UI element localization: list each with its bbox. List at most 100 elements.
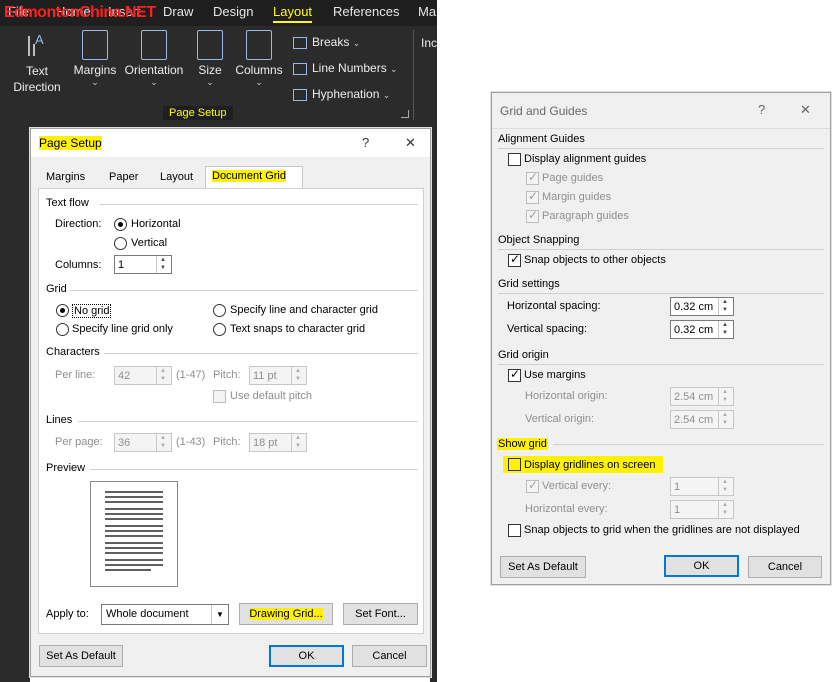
tab-document-grid[interactable]: Document Grid	[205, 166, 303, 188]
text-snaps-radio[interactable]	[213, 323, 226, 336]
tab-design[interactable]: Design	[213, 4, 253, 19]
ribbon-divider	[413, 30, 414, 120]
page-guides-label: Page guides	[542, 172, 604, 184]
display-gridlines-checkbox[interactable]	[508, 458, 521, 471]
line-and-char-grid-radio[interactable]	[213, 304, 226, 317]
text-direction-label: Text Direction	[13, 64, 61, 94]
drawing-grid-button[interactable]: Drawing Grid...	[239, 603, 333, 625]
breaks-button[interactable]: Breaks ⌄	[293, 35, 360, 49]
indent-stub-label: Inc	[421, 36, 438, 50]
text-flow-label: Text flow	[46, 197, 89, 209]
use-default-pitch-checkbox[interactable]	[213, 390, 226, 403]
tab-layout-page[interactable]: Layout	[154, 168, 199, 188]
tab-draw[interactable]: Draw	[163, 4, 193, 19]
spinner-arrows[interactable]: ▲ ▼	[718, 388, 733, 405]
document-backdrop	[0, 128, 30, 682]
snap-when-hidden-checkbox[interactable]	[508, 524, 521, 537]
spinner-arrows[interactable]: ▲ ▼	[291, 367, 306, 384]
line-numbers-button[interactable]: Line Numbers ⌄	[293, 61, 398, 75]
spinner-arrows[interactable]: ▲ ▼	[718, 411, 733, 428]
set-font-button[interactable]: Set Font...	[343, 603, 418, 625]
horizontal-spacing-label: Horizontal spacing:	[507, 300, 601, 312]
tab-references[interactable]: References	[333, 4, 399, 19]
per-page-spinner[interactable]: 36 ▲ ▼	[114, 433, 172, 452]
spinner-arrows[interactable]: ▲ ▼	[718, 298, 733, 315]
page-guides-checkbox[interactable]	[526, 170, 539, 185]
section-divider	[498, 249, 824, 250]
spinner-arrows[interactable]: ▲ ▼	[718, 478, 733, 495]
size-button[interactable]: Size ⌄	[194, 30, 226, 88]
hyphenation-button[interactable]: Hyphenation ⌄	[293, 87, 390, 101]
object-snapping-label: Object Snapping	[498, 234, 580, 246]
use-margins-checkbox[interactable]	[508, 367, 521, 382]
line-and-char-grid-label: Specify line and character grid	[230, 304, 378, 316]
help-icon[interactable]: ?	[758, 102, 765, 117]
char-pitch-spinner[interactable]: 11 pt ▲ ▼	[249, 366, 307, 385]
margins-button[interactable]: Margins ⌄	[72, 30, 118, 88]
spinner-arrows[interactable]: ▲ ▼	[156, 256, 171, 273]
grid-section-label: Grid	[46, 283, 67, 295]
tab-layout[interactable]: Layout	[273, 4, 313, 23]
tab-paper[interactable]: Paper	[103, 168, 144, 188]
display-alignment-guides-checkbox[interactable]	[508, 153, 521, 166]
horizontal-radio[interactable]	[114, 218, 127, 231]
grid-set-as-default-button[interactable]: Set As Default	[500, 556, 586, 578]
margin-guides-label: Margin guides	[542, 191, 612, 203]
text-direction-button[interactable]: A Text Direction	[6, 30, 68, 95]
per-page-value: 36	[118, 437, 131, 449]
set-as-default-button[interactable]: Set As Default	[39, 645, 123, 667]
per-line-spinner[interactable]: 42 ▲ ▼	[114, 366, 172, 385]
section-divider	[104, 353, 418, 354]
line-pitch-spinner[interactable]: 18 pt ▲ ▼	[249, 433, 307, 452]
vertical-spacing-label: Vertical spacing:	[507, 323, 588, 335]
display-gridlines-label: Display gridlines on screen	[524, 459, 656, 471]
vertical-every-checkbox[interactable]	[526, 478, 539, 493]
snap-when-hidden-label: Snap objects to grid when the gridlines …	[524, 524, 800, 536]
horizontal-spacing-spinner[interactable]: 0.32 cm ▲ ▼	[670, 297, 734, 316]
vertical-spacing-spinner[interactable]: 0.32 cm ▲ ▼	[670, 320, 734, 339]
section-divider	[498, 364, 824, 365]
columns-spinner[interactable]: 1 ▲ ▼	[114, 255, 172, 274]
ribbon: File Home Insert Draw Design Layout Refe…	[0, 0, 437, 128]
tab-margins[interactable]: Margins	[40, 168, 91, 188]
orientation-button[interactable]: Orientation ⌄	[122, 30, 186, 88]
spinner-arrows[interactable]: ▲ ▼	[156, 434, 171, 451]
grid-settings-label: Grid settings	[498, 278, 560, 290]
spinner-arrows[interactable]: ▲ ▼	[291, 434, 306, 451]
spinner-arrows[interactable]: ▲ ▼	[156, 367, 171, 384]
dialog-launcher-icon[interactable]	[401, 110, 409, 118]
margin-guides-checkbox[interactable]	[526, 189, 539, 204]
horizontal-origin-spinner[interactable]: 2.54 cm ▲ ▼	[670, 387, 734, 406]
preview-label: Preview	[46, 462, 86, 474]
breaks-icon	[293, 36, 307, 49]
vertical-origin-spinner[interactable]: 2.54 cm ▲ ▼	[670, 410, 734, 429]
line-pitch-value: 18 pt	[253, 437, 278, 449]
chevron-down-icon[interactable]: ▼	[211, 605, 228, 624]
grid-ok-button[interactable]: OK	[664, 555, 739, 577]
ok-button[interactable]: OK	[269, 645, 344, 667]
margins-label: Margins	[73, 63, 117, 77]
vertical-origin-label: Vertical origin:	[525, 413, 595, 425]
spinner-arrows[interactable]: ▲ ▼	[718, 501, 733, 518]
per-page-range: (1-43)	[176, 436, 206, 448]
line-grid-only-radio[interactable]	[56, 323, 69, 336]
tab-mailings[interactable]: Ma	[418, 4, 436, 19]
titlebar-divider	[492, 128, 830, 129]
snap-objects-checkbox[interactable]	[508, 252, 521, 267]
close-icon[interactable]: ✕	[405, 135, 416, 151]
spinner-arrows[interactable]: ▲ ▼	[718, 321, 733, 338]
size-chevron-down-icon: ⌄	[206, 77, 214, 87]
help-icon[interactable]: ?	[362, 135, 369, 150]
line-numbers-icon	[293, 62, 307, 75]
columns-button[interactable]: Columns ⌄	[232, 30, 286, 88]
close-icon[interactable]: ✕	[800, 102, 811, 118]
vertical-radio[interactable]	[114, 237, 127, 250]
grid-cancel-button[interactable]: Cancel	[748, 556, 822, 578]
no-grid-radio[interactable]	[56, 304, 69, 317]
apply-to-select[interactable]: Whole document ▼	[101, 604, 229, 625]
vertical-every-spinner[interactable]: 1 ▲ ▼	[670, 477, 734, 496]
horizontal-every-spinner[interactable]: 1 ▲ ▼	[670, 500, 734, 519]
paragraph-guides-checkbox[interactable]	[526, 208, 539, 223]
cancel-button[interactable]: Cancel	[352, 645, 427, 667]
margins-icon	[82, 30, 108, 60]
